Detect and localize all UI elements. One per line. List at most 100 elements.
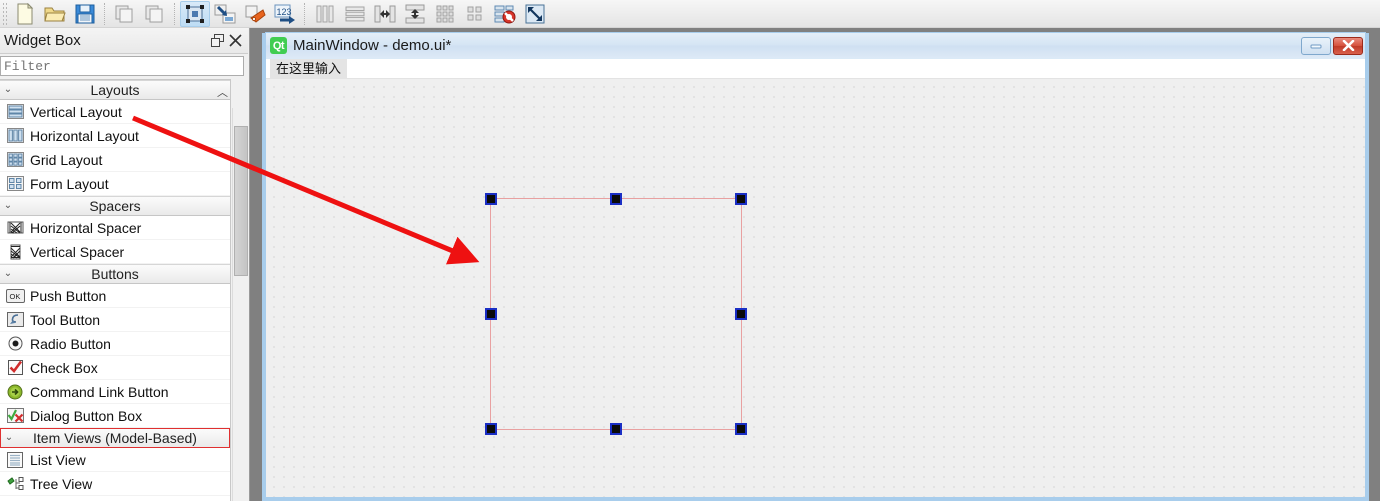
adjust-size-icon <box>525 4 545 24</box>
widget-box-filter-row <box>0 54 248 79</box>
mdi-child-titlebar[interactable]: Qt MainWindow - demo.ui* <box>265 32 1366 58</box>
widget-item-horizontal-layout[interactable]: Horizontal Layout <box>0 124 230 148</box>
edit-signals-slots-button[interactable] <box>210 1 240 27</box>
category-label: Spacers <box>89 198 141 214</box>
minimize-button[interactable] <box>1301 36 1331 55</box>
resize-handle-bottom-center[interactable] <box>610 423 622 435</box>
resize-handle-middle-left[interactable] <box>485 308 497 320</box>
resize-handle-middle-right[interactable] <box>735 308 747 320</box>
resize-handle-top-center[interactable] <box>610 193 622 205</box>
widget-item-label: List View <box>30 451 86 468</box>
vertical-spacer-icon <box>4 243 26 261</box>
resize-handle-bottom-left[interactable] <box>485 423 497 435</box>
form-layout-icon <box>4 175 26 193</box>
grid-layout-icon <box>4 151 26 169</box>
copy-button[interactable] <box>140 1 170 27</box>
selected-widget[interactable] <box>485 193 747 435</box>
widget-item-list-view[interactable]: List View <box>0 448 230 472</box>
edit-tab-order-button[interactable]: 123 <box>270 1 300 27</box>
chevron-down-icon: ⌄ <box>3 84 13 95</box>
scrollbar-thumb[interactable] <box>234 126 248 276</box>
svg-text:OK: OK <box>9 292 20 301</box>
tree-view-icon <box>4 475 26 493</box>
category-label: Layouts <box>90 82 140 98</box>
new-file-icon <box>15 2 35 25</box>
widget-item-label: Horizontal Spacer <box>30 219 142 236</box>
layout-vertical-icon <box>345 5 365 23</box>
edit-tab-order-icon: 123 <box>274 4 296 24</box>
chevron-down-icon: ⌄ <box>3 268 13 279</box>
splitter-horizontal-icon <box>374 5 396 23</box>
category-label: Buttons <box>91 266 139 282</box>
widget-item-push-button[interactable]: OK Push Button <box>0 284 230 308</box>
check-box-icon <box>4 359 26 377</box>
widget-item-label: Tree View <box>30 475 93 492</box>
category-header-item-views[interactable]: ⌄ Item Views (Model-Based) <box>0 428 230 448</box>
widget-item-tree-view[interactable]: Tree View <box>0 472 230 496</box>
push-button-icon: OK <box>4 287 26 305</box>
horizontal-layout-icon <box>4 127 26 145</box>
widget-item-label: Radio Button <box>30 335 111 352</box>
resize-handle-top-left[interactable] <box>485 193 497 205</box>
new-file-button[interactable] <box>10 1 40 27</box>
open-file-button[interactable] <box>40 1 70 27</box>
widget-box-list: ⌄ Layouts ︿ Vertical Layout Horizontal L… <box>0 79 231 501</box>
lay-out-horizontally-button[interactable] <box>310 1 340 27</box>
close-button[interactable] <box>1333 36 1363 55</box>
resize-handle-bottom-right[interactable] <box>735 423 747 435</box>
widget-item-tool-button[interactable]: Tool Button <box>0 308 230 332</box>
widget-box-scrollbar[interactable] <box>232 108 248 501</box>
widget-item-label: Form Layout <box>30 175 109 192</box>
lay-out-in-splitter-horizontally-button[interactable] <box>370 1 400 27</box>
edit-widgets-icon <box>184 4 206 24</box>
mdi-child-window: Qt MainWindow - demo.ui* 在这里输入 <box>262 32 1369 501</box>
splitter-vertical-icon <box>405 4 425 24</box>
chevron-up-icon[interactable]: ︿ <box>217 84 228 100</box>
menubar-type-here[interactable]: 在这里输入 <box>270 59 348 79</box>
edit-signals-slots-icon <box>214 4 236 24</box>
widget-item-grid-layout[interactable]: Grid Layout <box>0 148 230 172</box>
adjust-size-button[interactable] <box>520 1 550 27</box>
widget-item-check-box[interactable]: Check Box <box>0 356 230 380</box>
widget-item-vertical-spacer[interactable]: Vertical Spacer <box>0 240 230 264</box>
edit-buddies-button[interactable] <box>240 1 270 27</box>
toolbar-separator <box>104 2 106 25</box>
widget-item-dialog-button-box[interactable]: Dialog Button Box <box>0 404 230 428</box>
widget-item-radio-button[interactable]: Radio Button <box>0 332 230 356</box>
form-canvas[interactable]: 在这里输入 <box>266 59 1365 497</box>
dialog-button-box-icon <box>4 407 26 425</box>
cut-button[interactable] <box>110 1 140 27</box>
mdi-area: Qt MainWindow - demo.ui* 在这里输入 <box>249 28 1380 501</box>
widget-item-command-link-button[interactable]: Command Link Button <box>0 380 230 404</box>
category-header-layouts[interactable]: ⌄ Layouts ︿ <box>0 80 230 100</box>
form-menubar[interactable]: 在这里输入 <box>266 59 1365 79</box>
edit-widgets-button[interactable] <box>180 0 210 27</box>
widget-item-form-layout[interactable]: Form Layout <box>0 172 230 196</box>
widget-item-horizontal-spacer[interactable]: Horizontal Spacer <box>0 216 230 240</box>
layout-form-icon <box>466 5 484 23</box>
list-view-icon <box>4 451 26 469</box>
filter-input[interactable] <box>0 56 244 76</box>
save-file-button[interactable] <box>70 1 100 27</box>
toolbar-grip[interactable] <box>2 1 8 26</box>
close-icon[interactable] <box>226 32 244 50</box>
layout-horizontal-icon <box>315 5 335 23</box>
widget-item-label: Horizontal Layout <box>30 127 139 144</box>
undock-icon[interactable] <box>208 32 226 50</box>
lay-out-in-grid-button[interactable] <box>430 1 460 27</box>
break-layout-button[interactable] <box>490 1 520 27</box>
resize-handle-top-right[interactable] <box>735 193 747 205</box>
cut-copy-icon <box>114 4 136 24</box>
category-header-spacers[interactable]: ⌄ Spacers <box>0 196 230 216</box>
lay-out-vertically-button[interactable] <box>340 1 370 27</box>
toolbar-separator <box>174 2 176 25</box>
lay-out-in-splitter-vertically-button[interactable] <box>400 1 430 27</box>
widget-item-vertical-layout[interactable]: Vertical Layout <box>0 100 230 124</box>
copy-icon <box>144 4 166 24</box>
open-folder-icon <box>44 4 66 24</box>
lay-out-in-form-button[interactable] <box>460 1 490 27</box>
radio-button-icon <box>4 335 26 353</box>
svg-text:123: 123 <box>277 7 292 17</box>
category-header-buttons[interactable]: ⌄ Buttons <box>0 264 230 284</box>
widget-item-label: Command Link Button <box>30 383 169 400</box>
